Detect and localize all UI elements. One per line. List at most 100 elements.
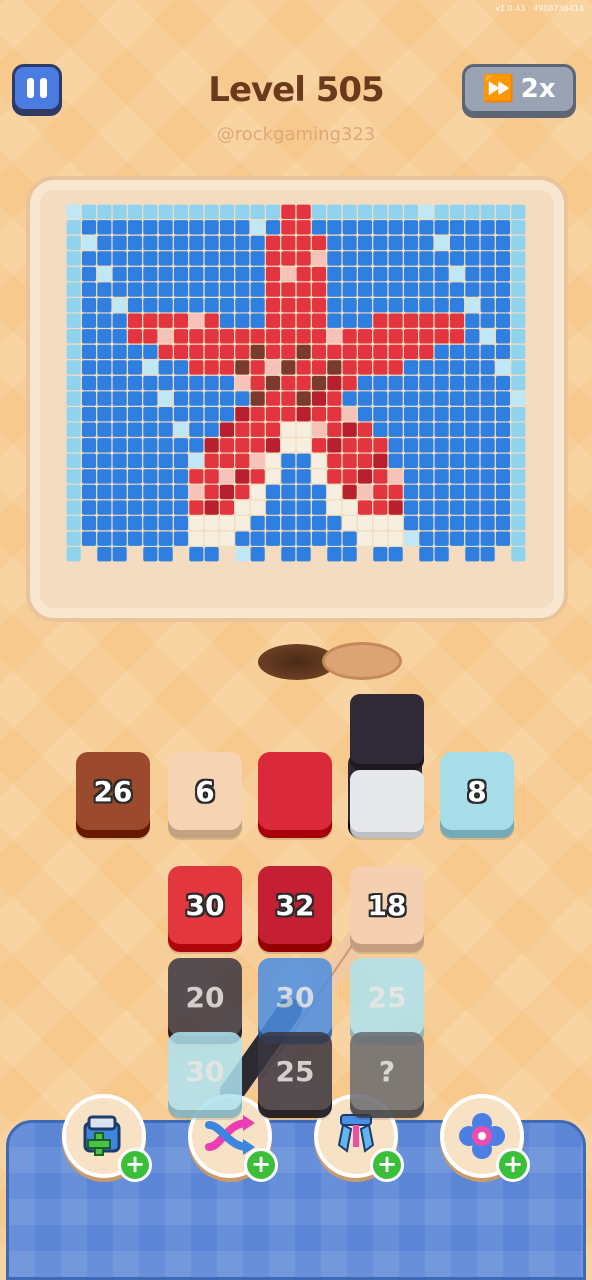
pixel-cell xyxy=(219,282,235,297)
pixel-cell xyxy=(158,329,173,344)
pixel-cell xyxy=(250,484,265,500)
booster-add-slot[interactable]: + xyxy=(62,1094,152,1182)
pixel-cell xyxy=(373,484,388,500)
pixel-cell xyxy=(204,515,219,531)
pixel-cell xyxy=(480,251,495,266)
pixel-cell xyxy=(403,344,419,360)
pixel-cell xyxy=(388,282,403,297)
queue-tile[interactable]: 26 xyxy=(76,752,150,830)
pixel-cell xyxy=(495,344,511,360)
pixel-cell xyxy=(97,547,112,562)
add-booster-plus-icon[interactable]: + xyxy=(244,1148,278,1182)
pixel-cell xyxy=(449,220,465,235)
pixel-cell xyxy=(281,266,296,282)
pixel-cell xyxy=(388,220,403,235)
pixel-cell xyxy=(158,282,173,297)
pixel-cell xyxy=(419,329,434,344)
pixel-cell xyxy=(495,391,511,406)
pixel-cell xyxy=(327,515,342,531)
hole-lid xyxy=(322,642,402,680)
tile-count-label: 6 xyxy=(195,774,215,808)
pixel-cell xyxy=(434,251,449,266)
add-booster-plus-icon[interactable]: + xyxy=(370,1148,404,1182)
pixel-cell xyxy=(189,515,204,531)
pixel-cell xyxy=(296,391,311,406)
pixel-cell xyxy=(388,297,403,313)
pixel-cell xyxy=(127,297,143,313)
pixel-cell xyxy=(81,484,97,500)
booster-flower[interactable]: + xyxy=(440,1094,530,1182)
pixel-cell xyxy=(327,251,342,266)
pixel-cell xyxy=(235,453,250,469)
grid-tile[interactable]: 25 xyxy=(258,1032,332,1110)
pixel-cell xyxy=(296,297,311,313)
speed-button[interactable]: ⏩ 2x xyxy=(462,64,576,114)
pixel-cell xyxy=(403,282,419,297)
pixel-cell xyxy=(189,251,204,266)
pixel-cell xyxy=(373,391,388,406)
grid-tile[interactable]: 20 xyxy=(168,958,242,1036)
add-booster-plus-icon[interactable]: + xyxy=(118,1148,152,1182)
pixel-cell xyxy=(127,531,143,546)
pixel-cell xyxy=(173,235,189,251)
pixel-cell xyxy=(112,406,127,422)
pixel-cell xyxy=(250,282,265,297)
pixel-cell xyxy=(112,344,127,360)
grid-tile[interactable]: 30 xyxy=(168,866,242,944)
pixel-cell xyxy=(250,438,265,453)
grid-tile[interactable]: 25 xyxy=(350,958,424,1036)
pixel-cell xyxy=(97,422,112,437)
pixel-cell xyxy=(204,251,219,266)
pixel-cell xyxy=(265,515,281,531)
pixel-cell xyxy=(81,500,97,515)
pixel-cell xyxy=(465,515,480,531)
pixel-cell xyxy=(434,329,449,344)
pixel-cell xyxy=(204,547,219,562)
pixel-cell xyxy=(465,406,480,422)
pixel-cell xyxy=(204,313,219,328)
pixel-cell xyxy=(204,235,219,251)
queue-tile[interactable]: 8 xyxy=(440,752,514,830)
grid-tile[interactable]: ? xyxy=(350,1032,424,1110)
pixel-cell xyxy=(112,375,127,391)
pixel-cell xyxy=(250,515,265,531)
pixel-cell xyxy=(388,500,403,515)
pixel-cell xyxy=(97,406,112,422)
grid-tile[interactable]: 30 xyxy=(258,958,332,1036)
pixel-cell xyxy=(219,547,235,562)
pixel-cell xyxy=(158,406,173,422)
pixel-cell xyxy=(281,422,296,437)
pixel-cell xyxy=(495,515,511,531)
pixel-cell xyxy=(434,235,449,251)
pixel-cell xyxy=(189,329,204,344)
pixel-cell xyxy=(143,375,158,391)
pixel-cell xyxy=(311,297,327,313)
pixel-cell xyxy=(327,469,342,484)
pixel-cell xyxy=(403,204,419,219)
grid-tile[interactable]: 30 xyxy=(168,1032,242,1110)
pixel-cell xyxy=(449,329,465,344)
pixel-cell xyxy=(403,360,419,375)
pixel-cell xyxy=(419,438,434,453)
pixel-cell xyxy=(66,313,81,328)
add-booster-plus-icon[interactable]: + xyxy=(496,1148,530,1182)
pixel-cell xyxy=(189,360,204,375)
pixel-cell xyxy=(127,329,143,344)
queue-tile[interactable] xyxy=(258,752,332,830)
grid-tile[interactable]: 32 xyxy=(258,866,332,944)
grid-tile[interactable]: 18 xyxy=(350,866,424,944)
empty-slot xyxy=(350,770,424,832)
pixel-cell xyxy=(388,438,403,453)
pixel-cell xyxy=(81,406,97,422)
pixel-cell xyxy=(219,344,235,360)
pixel-cell xyxy=(342,251,357,266)
pixel-cell xyxy=(296,235,311,251)
pixel-cell xyxy=(173,500,189,515)
pixel-cell xyxy=(127,360,143,375)
pixel-cell xyxy=(143,500,158,515)
queue-tile[interactable]: 6 xyxy=(168,752,242,830)
pixel-cell xyxy=(373,204,388,219)
pixel-cell xyxy=(465,313,480,328)
pixel-cell xyxy=(511,422,526,437)
pixel-cell xyxy=(388,204,403,219)
